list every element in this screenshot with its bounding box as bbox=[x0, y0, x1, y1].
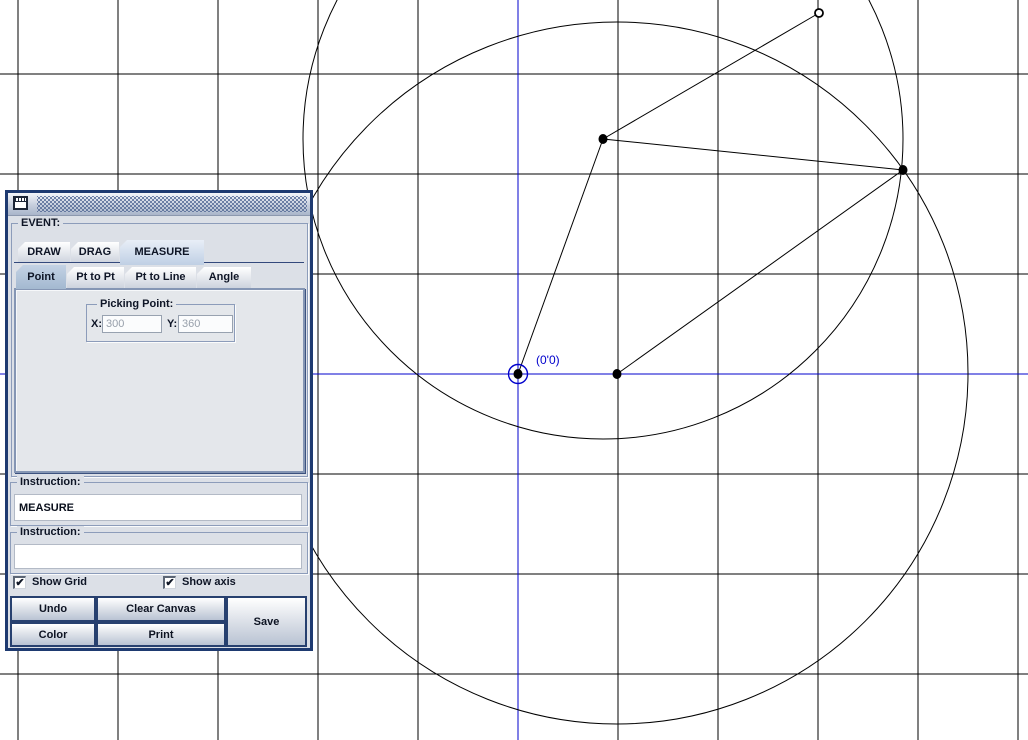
instruction-2-label: Instruction: bbox=[17, 526, 84, 539]
print-button[interactable]: Print bbox=[96, 622, 226, 647]
titlebar-texture bbox=[37, 196, 307, 212]
tab-draw[interactable]: DRAW bbox=[18, 242, 70, 263]
x-label: X: bbox=[91, 318, 102, 330]
subtab-pt-to-pt[interactable]: Pt to Pt bbox=[67, 267, 124, 288]
x-coordinate-field[interactable] bbox=[102, 315, 162, 333]
event-group-label: EVENT: bbox=[18, 217, 64, 230]
point-marker bbox=[598, 134, 608, 144]
construction-segment bbox=[602, 12, 820, 140]
instruction-group-1: Instruction: MEASURE bbox=[10, 476, 308, 526]
save-button[interactable]: Save bbox=[226, 596, 307, 647]
picking-point-group: Picking Point: X: Y: bbox=[86, 298, 235, 342]
construction-segment bbox=[616, 169, 904, 375]
show-axis-label: Show axis bbox=[182, 576, 236, 588]
undo-button[interactable]: Undo bbox=[10, 596, 96, 622]
instruction-2-textbox[interactable] bbox=[14, 544, 302, 569]
subtab-angle[interactable]: Angle bbox=[197, 267, 251, 288]
show-axis-checkbox[interactable]: ✔ bbox=[163, 576, 176, 589]
clear-canvas-button[interactable]: Clear Canvas bbox=[96, 596, 226, 622]
window-icon bbox=[13, 196, 28, 210]
measure-point-content: Picking Point: X: Y: bbox=[14, 288, 305, 473]
app-stage: (0'0) EVENT: DRAW DRAG MEASURE Point Pt … bbox=[0, 0, 1028, 740]
panel-body: EVENT: DRAW DRAG MEASURE Point Pt to Pt … bbox=[8, 216, 310, 649]
measure-tool-window[interactable]: EVENT: DRAW DRAG MEASURE Point Pt to Pt … bbox=[5, 190, 313, 651]
picking-point-label: Picking Point: bbox=[97, 298, 177, 311]
show-grid-checkbox[interactable]: ✔ bbox=[13, 576, 26, 589]
origin-point-marker bbox=[513, 369, 523, 379]
hollow-point-marker bbox=[814, 8, 824, 18]
construction-circle bbox=[302, 0, 904, 440]
color-button[interactable]: Color bbox=[10, 622, 96, 647]
y-coordinate-field[interactable] bbox=[178, 315, 233, 333]
tab-measure[interactable]: MEASURE bbox=[120, 240, 204, 265]
point-marker bbox=[898, 165, 908, 175]
origin-label: (0'0) bbox=[536, 353, 560, 367]
subtab-point[interactable]: Point bbox=[16, 265, 66, 289]
construction-segment bbox=[602, 138, 904, 171]
instruction-group-2: Instruction: bbox=[10, 526, 308, 574]
show-grid-label: Show Grid bbox=[32, 576, 87, 588]
instruction-1-textbox[interactable]: MEASURE bbox=[14, 494, 302, 521]
window-titlebar[interactable] bbox=[8, 193, 310, 216]
instruction-1-label: Instruction: bbox=[17, 476, 84, 489]
y-label: Y: bbox=[167, 318, 178, 330]
tab-drag[interactable]: DRAG bbox=[71, 242, 119, 263]
subtab-pt-to-line[interactable]: Pt to Line bbox=[125, 267, 196, 288]
point-marker bbox=[612, 369, 622, 379]
